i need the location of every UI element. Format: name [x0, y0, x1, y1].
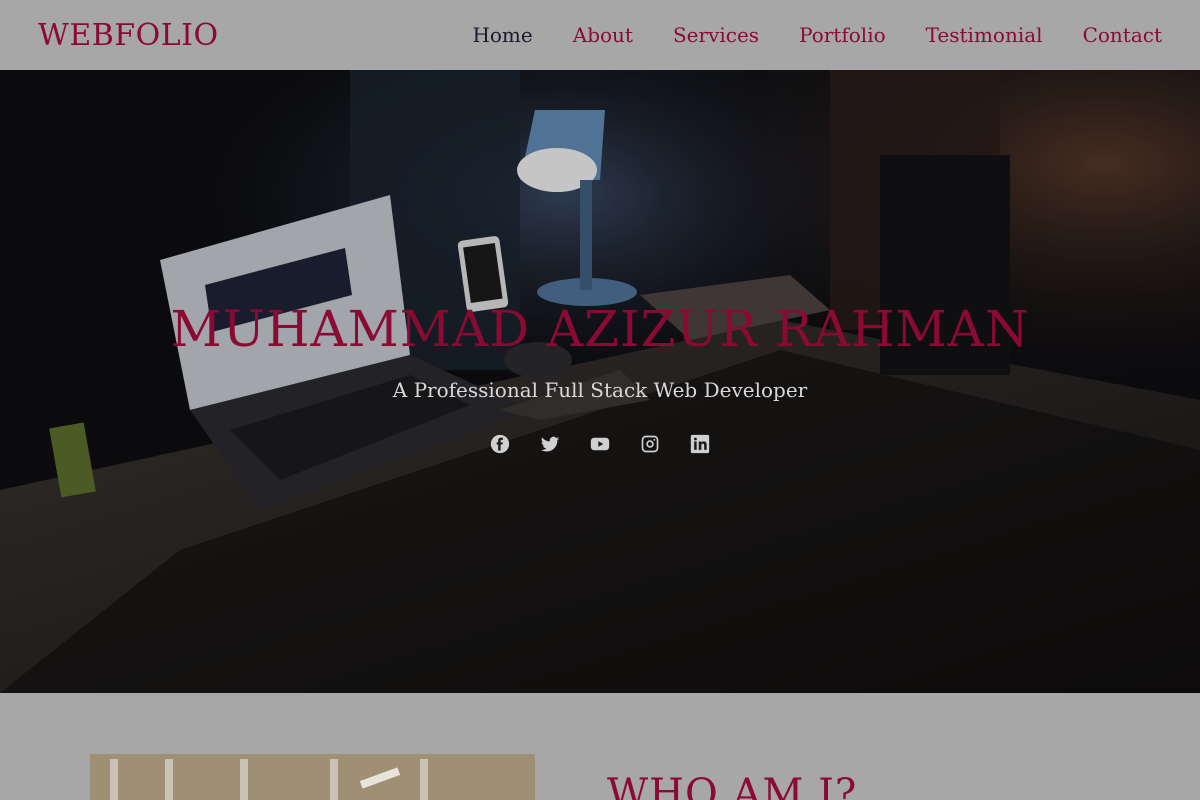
- about-section: WHO AM I?: [0, 693, 1200, 800]
- youtube-icon[interactable]: [590, 434, 610, 454]
- main-nav: Home About Services Portfolio Testimonia…: [432, 23, 1162, 47]
- twitter-icon[interactable]: [540, 434, 560, 454]
- brand-logo[interactable]: WEBFOLIO: [38, 18, 219, 53]
- linkedin-icon[interactable]: [690, 434, 710, 454]
- about-title: WHO AM I?: [607, 771, 858, 800]
- nav-item-services[interactable]: Services: [673, 23, 759, 47]
- about-image: [90, 754, 535, 800]
- nav-item-testimonial[interactable]: Testimonial: [926, 23, 1043, 47]
- social-links: [0, 434, 1200, 454]
- hero-title: MUHAMMAD AZIZUR RAHMAN: [170, 300, 1030, 358]
- hero-section: MUHAMMAD AZIZUR RAHMAN A Professional Fu…: [0, 70, 1200, 693]
- navbar: WEBFOLIO Home About Services Portfolio T…: [0, 0, 1200, 70]
- nav-item-home[interactable]: Home: [472, 23, 532, 47]
- nav-item-portfolio[interactable]: Portfolio: [799, 23, 886, 47]
- nav-item-about[interactable]: About: [573, 23, 633, 47]
- nav-item-contact[interactable]: Contact: [1083, 23, 1162, 47]
- instagram-icon[interactable]: [640, 434, 660, 454]
- hero-subtitle: A Professional Full Stack Web Developer: [392, 378, 808, 402]
- facebook-icon[interactable]: [490, 434, 510, 454]
